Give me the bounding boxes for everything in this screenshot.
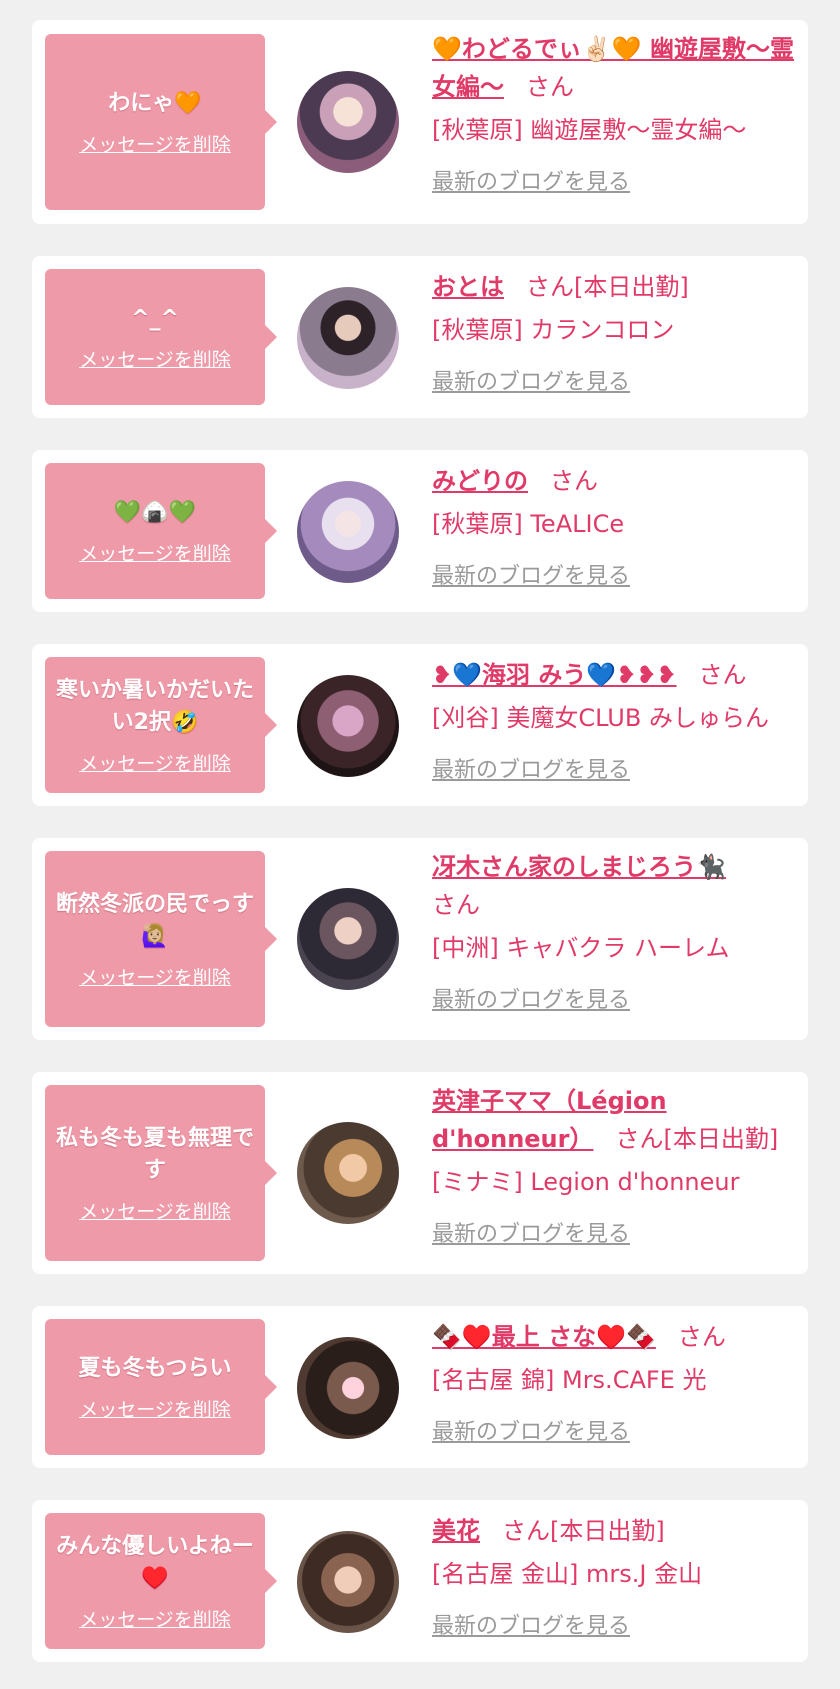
avatar[interactable] bbox=[297, 1122, 399, 1224]
honorific: さん bbox=[698, 661, 747, 689]
delete-message-link[interactable]: メッセージを削除 bbox=[79, 963, 231, 990]
cast-info: 🍫♥️最上 さな♥️🍫 さん [名古屋 錦] Mrs.CAFE 光 最新のブログを… bbox=[432, 1318, 812, 1446]
honorific: さん[本日出勤] bbox=[526, 273, 689, 301]
name-line: 🍫♥️最上 さな♥️🍫 さん bbox=[432, 1318, 812, 1356]
message-text: ^_^ bbox=[131, 305, 179, 331]
cast-info: おとは さん[本日出勤] [秋葉原] カランコロン 最新のブログを見る bbox=[432, 268, 812, 396]
message-text: 寒いか暑いかだいたい2択🤣 bbox=[55, 677, 254, 735]
shop-info: [秋葉原] 幽遊屋敷〜霊女編〜 bbox=[432, 116, 747, 144]
list-item: 寒いか暑いかだいたい2択🤣 メッセージを削除 ❥💙海羽 みう💙❥❥❥ さん [刈谷… bbox=[32, 644, 808, 806]
name-line: おとは さん[本日出勤] bbox=[432, 268, 812, 306]
delete-message-link[interactable]: メッセージを削除 bbox=[79, 1197, 231, 1224]
avatar[interactable] bbox=[297, 675, 399, 777]
list-item: みんな優しいよねー♥️ メッセージを削除 美花 さん[本日出勤] [名古屋 金山]… bbox=[32, 1500, 808, 1662]
shop-info: [名古屋 錦] Mrs.CAFE 光 bbox=[432, 1366, 707, 1394]
shop-info: [秋葉原] カランコロン bbox=[432, 316, 675, 344]
avatar[interactable] bbox=[297, 287, 399, 389]
delete-message-link[interactable]: メッセージを削除 bbox=[79, 345, 231, 372]
shop-info: [名古屋 金山] mrs.J 金山 bbox=[432, 1560, 703, 1588]
delete-message-link[interactable]: メッセージを削除 bbox=[79, 130, 231, 157]
message-text: 夏も冬もつらい bbox=[78, 1355, 232, 1381]
message-bubble: 私も冬も夏も無理です メッセージを削除 bbox=[45, 1085, 277, 1261]
message-text: みんな優しいよねー♥️ bbox=[56, 1533, 254, 1591]
message-text: 💚🍙💚 bbox=[113, 499, 197, 525]
list-item: 私も冬も夏も無理です メッセージを削除 英津子ママ（Légion d'honne… bbox=[32, 1072, 808, 1274]
cast-name-link[interactable]: 冴木さん家のしまじろう🐈‍⬛ bbox=[432, 853, 726, 881]
honorific: さん bbox=[526, 73, 574, 101]
honorific: さん[本日出勤] bbox=[502, 1517, 665, 1545]
latest-blog-link[interactable]: 最新のブログを見る bbox=[432, 1216, 630, 1248]
message-list: わにゃ🧡 メッセージを削除 🧡わどるでぃ✌🏻🧡 幽遊屋敷〜霊女編〜 さん [秋葉原… bbox=[0, 0, 840, 1689]
name-line: 🧡わどるでぃ✌🏻🧡 幽遊屋敷〜霊女編〜 さん bbox=[432, 30, 812, 106]
avatar[interactable] bbox=[297, 481, 399, 583]
cast-name-link[interactable]: 🍫♥️最上 さな♥️🍫 bbox=[432, 1323, 656, 1351]
message-bubble: 💚🍙💚 メッセージを削除 bbox=[45, 463, 277, 599]
avatar[interactable] bbox=[297, 1531, 399, 1633]
delete-message-link[interactable]: メッセージを削除 bbox=[79, 749, 231, 776]
avatar[interactable] bbox=[297, 888, 399, 990]
message-bubble: ^_^ メッセージを削除 bbox=[45, 269, 277, 405]
message-bubble: 夏も冬もつらい メッセージを削除 bbox=[45, 1319, 277, 1455]
message-text: 断然冬派の民でっす🙋🏼‍♀️ bbox=[55, 891, 254, 949]
delete-message-link[interactable]: メッセージを削除 bbox=[79, 1605, 231, 1632]
name-line: 英津子ママ（Légion d'honneur） さん[本日出勤] bbox=[432, 1082, 812, 1158]
list-item: ^_^ メッセージを削除 おとは さん[本日出勤] [秋葉原] カランコロン 最新… bbox=[32, 256, 808, 418]
cast-name-link[interactable]: 美花 bbox=[432, 1517, 480, 1545]
name-line: みどりの さん bbox=[432, 462, 812, 500]
name-line: 美花 さん[本日出勤] bbox=[432, 1512, 812, 1550]
delete-message-link[interactable]: メッセージを削除 bbox=[79, 539, 231, 566]
message-text: 私も冬も夏も無理です bbox=[55, 1125, 254, 1183]
shop-info: [秋葉原] TeALICe bbox=[432, 510, 625, 538]
cast-info: 英津子ママ（Légion d'honneur） さん[本日出勤] [ミナミ] Le… bbox=[432, 1082, 812, 1248]
cast-info: ❥💙海羽 みう💙❥❥❥ さん [刈谷] 美魔女CLUB みしゅらん 最新のブログを… bbox=[432, 656, 812, 784]
shop-info: [中洲] キャバクラ ハーレム bbox=[432, 934, 730, 962]
list-item: 断然冬派の民でっす🙋🏼‍♀️ メッセージを削除 冴木さん家のしまじろう🐈‍⬛ さん… bbox=[32, 838, 808, 1040]
latest-blog-link[interactable]: 最新のブログを見る bbox=[432, 164, 630, 196]
cast-info: 美花 さん[本日出勤] [名古屋 金山] mrs.J 金山 最新のブログを見る bbox=[432, 1512, 812, 1640]
honorific: さん bbox=[432, 891, 480, 919]
latest-blog-link[interactable]: 最新のブログを見る bbox=[432, 364, 630, 396]
avatar[interactable] bbox=[297, 71, 399, 173]
cast-name-link[interactable]: みどりの bbox=[432, 467, 528, 495]
cast-info: 🧡わどるでぃ✌🏻🧡 幽遊屋敷〜霊女編〜 さん [秋葉原] 幽遊屋敷〜霊女編〜 最新… bbox=[432, 30, 812, 196]
latest-blog-link[interactable]: 最新のブログを見る bbox=[432, 1414, 630, 1446]
cast-name-link[interactable]: ❥💙海羽 みう💙❥❥❥ bbox=[432, 661, 677, 689]
delete-message-link[interactable]: メッセージを削除 bbox=[79, 1395, 231, 1422]
cast-name-link[interactable]: 🧡わどるでぃ✌🏻🧡 幽遊屋敷〜霊女編〜 bbox=[432, 35, 794, 101]
honorific: さん[本日出勤] bbox=[615, 1125, 779, 1153]
list-item: 💚🍙💚 メッセージを削除 みどりの さん [秋葉原] TeALICe 最新のブログ… bbox=[32, 450, 808, 612]
message-text: わにゃ🧡 bbox=[108, 90, 202, 116]
shop-info: [刈谷] 美魔女CLUB みしゅらん bbox=[432, 704, 769, 732]
list-item: わにゃ🧡 メッセージを削除 🧡わどるでぃ✌🏻🧡 幽遊屋敷〜霊女編〜 さん [秋葉原… bbox=[32, 20, 808, 224]
message-bubble: わにゃ🧡 メッセージを削除 bbox=[45, 34, 277, 210]
latest-blog-link[interactable]: 最新のブログを見る bbox=[432, 752, 630, 784]
latest-blog-link[interactable]: 最新のブログを見る bbox=[432, 1608, 630, 1640]
name-line: 冴木さん家のしまじろう🐈‍⬛ さん bbox=[432, 848, 812, 924]
honorific: さん bbox=[550, 467, 598, 495]
name-line: ❥💙海羽 みう💙❥❥❥ さん bbox=[432, 656, 812, 694]
avatar[interactable] bbox=[297, 1337, 399, 1439]
honorific: さん bbox=[677, 1323, 726, 1351]
shop-info: [ミナミ] Legion d'honneur bbox=[432, 1168, 740, 1196]
cast-name-link[interactable]: おとは bbox=[432, 273, 504, 301]
latest-blog-link[interactable]: 最新のブログを見る bbox=[432, 982, 630, 1014]
latest-blog-link[interactable]: 最新のブログを見る bbox=[432, 558, 630, 590]
cast-info: 冴木さん家のしまじろう🐈‍⬛ さん [中洲] キャバクラ ハーレム 最新のブログを… bbox=[432, 848, 812, 1014]
message-bubble: 寒いか暑いかだいたい2択🤣 メッセージを削除 bbox=[45, 657, 277, 793]
message-bubble: 断然冬派の民でっす🙋🏼‍♀️ メッセージを削除 bbox=[45, 851, 277, 1027]
cast-info: みどりの さん [秋葉原] TeALICe 最新のブログを見る bbox=[432, 462, 812, 590]
list-item: 夏も冬もつらい メッセージを削除 🍫♥️最上 さな♥️🍫 さん [名古屋 錦] M… bbox=[32, 1306, 808, 1468]
message-bubble: みんな優しいよねー♥️ メッセージを削除 bbox=[45, 1513, 277, 1649]
